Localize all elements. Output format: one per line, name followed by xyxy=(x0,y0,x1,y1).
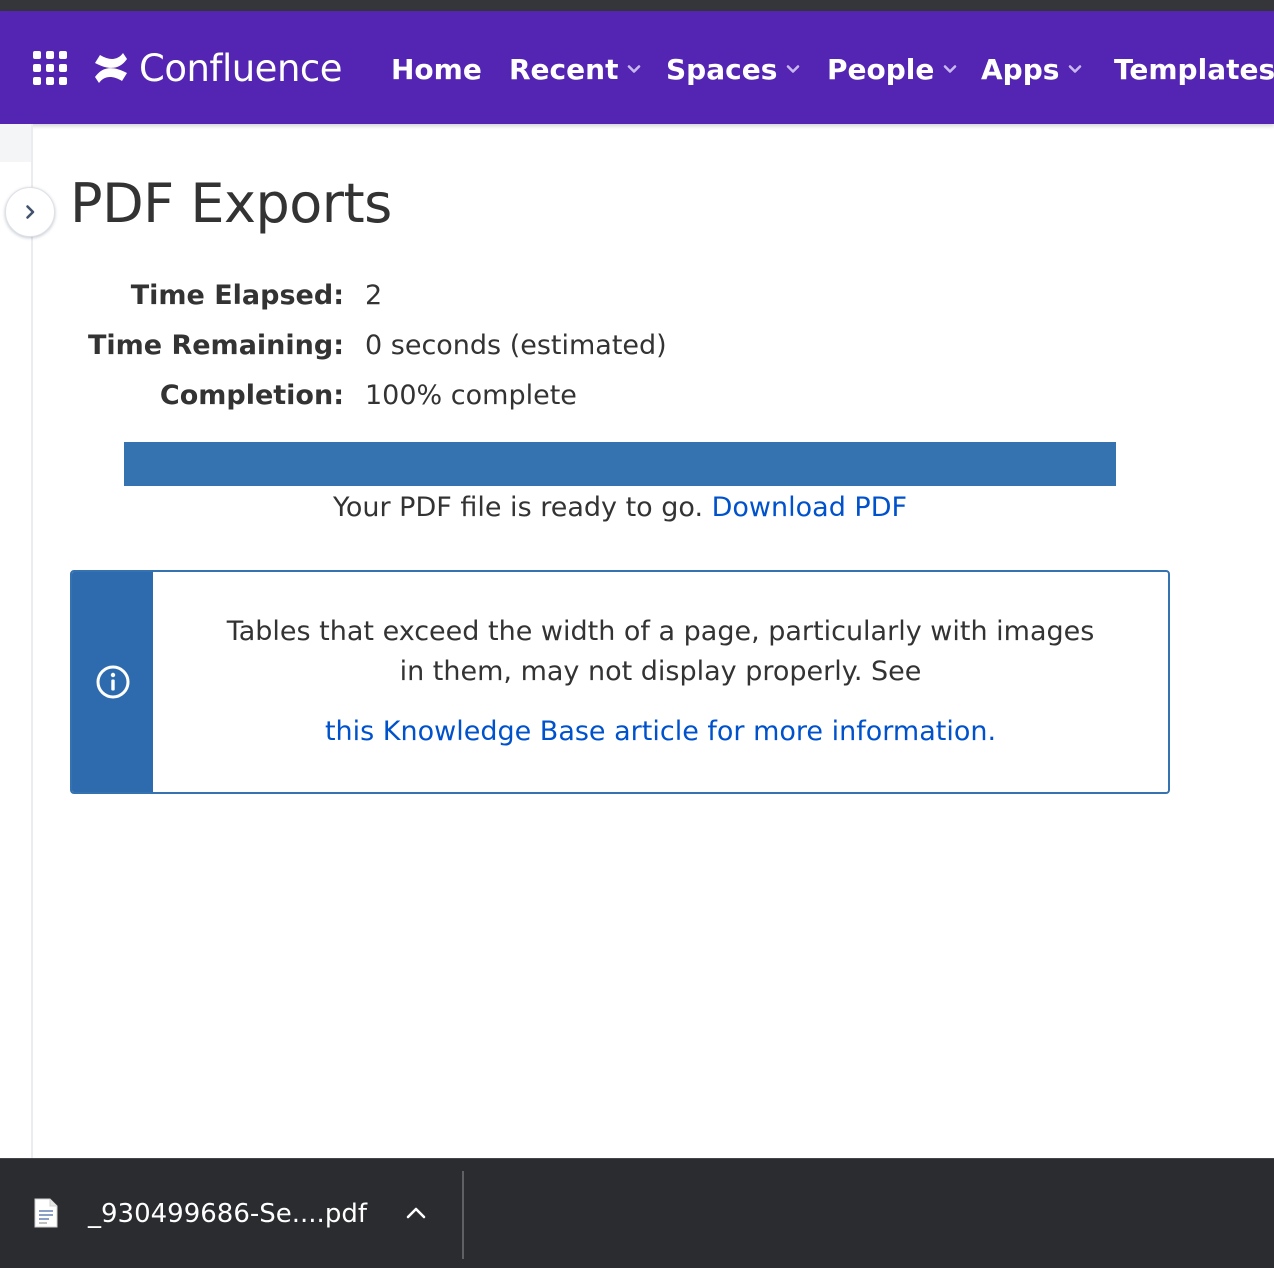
chevron-down-icon xyxy=(785,61,801,77)
info-panel-sidebar xyxy=(72,572,153,792)
chevron-down-icon xyxy=(1067,61,1083,77)
stat-time-elapsed: Time Elapsed: 2 xyxy=(0,280,800,316)
nav-recent-label: Recent xyxy=(509,53,618,86)
download-bar-divider xyxy=(462,1171,464,1259)
nav-recent[interactable]: Recent xyxy=(509,49,642,89)
confluence-logo-icon xyxy=(92,51,130,85)
nav-home[interactable]: Home xyxy=(391,49,482,89)
sidebar-rail-top xyxy=(0,124,31,162)
browser-download-bar: _930499686-Se....pdf xyxy=(0,1158,1274,1268)
chevron-down-icon xyxy=(626,61,642,77)
nav-home-label: Home xyxy=(391,53,482,86)
app-name: Confluence xyxy=(139,47,342,90)
page-title: PDF Exports xyxy=(70,172,392,235)
download-pdf-link[interactable]: Download PDF xyxy=(712,492,907,523)
download-filename: _930499686-Se....pdf xyxy=(88,1199,367,1229)
nav-templates-label: Templates xyxy=(1114,53,1274,86)
nav-spaces-label: Spaces xyxy=(666,53,777,86)
progress-bar-fill xyxy=(124,442,1116,486)
expand-sidebar-button[interactable] xyxy=(5,187,55,237)
time-elapsed-value: 2 xyxy=(365,280,382,311)
chevron-up-icon[interactable] xyxy=(402,1203,430,1223)
browser-top-strip xyxy=(0,0,1274,11)
nav-people[interactable]: People xyxy=(827,49,958,89)
pdf-file-icon xyxy=(34,1198,58,1228)
stat-time-remaining: Time Remaining: 0 seconds (estimated) xyxy=(0,330,800,366)
info-message: Tables that exceed the width of a page, … xyxy=(213,612,1108,692)
knowledge-base-link[interactable]: this Knowledge Base article for more inf… xyxy=(325,716,996,747)
download-item[interactable]: _930499686-Se....pdf xyxy=(0,1159,463,1268)
top-navigation-bar: Confluence Home Recent Spaces People App… xyxy=(0,11,1274,124)
confluence-logo[interactable]: Confluence xyxy=(92,47,342,89)
chevron-right-icon xyxy=(21,203,39,221)
time-elapsed-label: Time Elapsed: xyxy=(131,280,344,311)
info-icon xyxy=(95,664,131,700)
nav-spaces[interactable]: Spaces xyxy=(666,49,801,89)
nav-people-label: People xyxy=(827,53,934,86)
ready-text: Your PDF file is ready to go. xyxy=(333,492,703,523)
ready-message: Your PDF file is ready to go. Download P… xyxy=(124,492,1116,523)
nav-templates[interactable]: Templates xyxy=(1114,49,1274,89)
time-remaining-label: Time Remaining: xyxy=(88,330,344,361)
nav-apps[interactable]: Apps xyxy=(981,49,1083,89)
info-panel-body: Tables that exceed the width of a page, … xyxy=(153,572,1168,792)
info-panel: Tables that exceed the width of a page, … xyxy=(70,570,1170,794)
app-switcher-grid-icon[interactable] xyxy=(33,51,67,85)
completion-value: 100% complete xyxy=(365,380,577,411)
chevron-down-icon xyxy=(942,61,958,77)
stat-completion: Completion: 100% complete xyxy=(0,380,800,416)
progress-bar xyxy=(124,442,1116,486)
time-remaining-value: 0 seconds (estimated) xyxy=(365,330,667,361)
completion-label: Completion: xyxy=(160,380,344,411)
nav-apps-label: Apps xyxy=(981,53,1059,86)
